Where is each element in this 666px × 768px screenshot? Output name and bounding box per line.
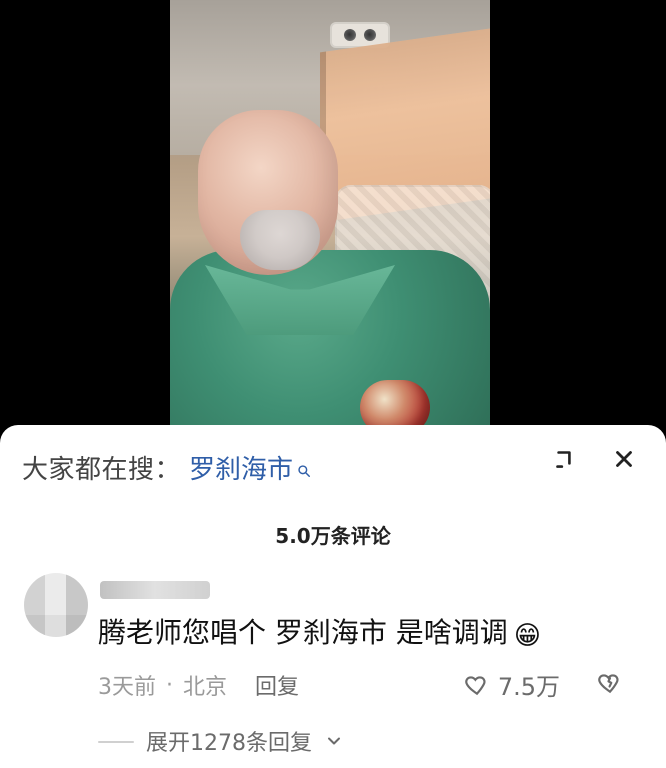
video-frame[interactable] <box>170 0 490 430</box>
search-term-link[interactable]: 罗刹海市 <box>189 449 293 486</box>
reply-button[interactable]: 回复 <box>255 669 299 701</box>
like-button[interactable]: 7.5万 <box>464 667 560 702</box>
chevron-down-icon <box>328 737 340 745</box>
heart-icon <box>465 675 486 695</box>
comment-item: 腾老师您唱个 罗刹海市 是啥调调 😁 3天前 · 北京 回复 7.5万 展开127… <box>24 573 644 763</box>
panel-actions <box>550 445 638 473</box>
comment-location: 北京 <box>183 675 228 700</box>
username-redacted <box>100 581 210 599</box>
dislike-button[interactable] <box>594 667 626 699</box>
collapse-button[interactable] <box>550 445 578 473</box>
grin-emoji: 😁 <box>513 621 541 651</box>
broken-heart-icon <box>598 674 619 694</box>
close-button[interactable] <box>610 445 638 473</box>
video-area[interactable] <box>0 0 666 430</box>
beard <box>240 210 320 270</box>
expand-divider <box>98 741 134 743</box>
comment-count: 5.0万条评论 <box>275 524 391 548</box>
comment-body: 腾老师您唱个 罗刹海市 是啥调调 <box>98 616 508 649</box>
comment-meta: 3天前 · 北京 回复 <box>98 669 299 701</box>
apple <box>360 380 430 430</box>
expand-replies[interactable]: 展开1278条回复 <box>98 725 344 757</box>
comment-text: 腾老师您唱个 罗刹海市 是啥调调 😁 <box>98 611 541 651</box>
meta-separator: · <box>166 672 173 698</box>
expand-replies-label: 展开1278条回复 <box>146 731 312 756</box>
collapse-icon <box>556 451 571 468</box>
search-prefix: 大家都在搜： <box>22 454 182 485</box>
comments-panel: 大家都在搜： 罗刹海市 5.0万条评论 腾老师您唱个 罗刹海市 是啥调调 😁 3… <box>0 425 666 768</box>
search-icon <box>298 465 311 477</box>
close-icon <box>616 451 632 467</box>
avatar[interactable] <box>24 573 88 637</box>
comment-time: 3天前 <box>98 675 156 700</box>
like-count: 7.5万 <box>497 673 560 701</box>
